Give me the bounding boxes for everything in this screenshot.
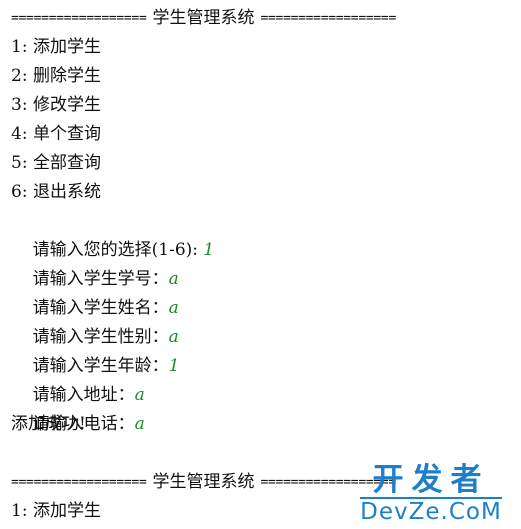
menu-header: ================== 学生管理系统 ==============… [11, 4, 511, 33]
prompt-label: 请输入您的选择(1-6): [32, 240, 204, 260]
menu-item-modify: 3: 修改学生 [11, 95, 101, 115]
console-output: ================== 学生管理系统 ==============… [11, 4, 511, 526]
prompt-input-value: a [168, 269, 179, 289]
separator-right: ================== [260, 11, 396, 26]
separator-left: ================== [11, 475, 147, 490]
prompt-input-value: 1 [168, 356, 180, 376]
prompt-input-value: a [168, 298, 179, 318]
prompt-choice: 请输入您的选择(1-6): 1 [11, 207, 511, 260]
menu-item-add-repeat: 1: 添加学生 [11, 501, 101, 521]
menu-item-exit: 6: 退出系统 [11, 182, 101, 202]
separator-left: ================== [11, 11, 147, 26]
separator-right: ================== [260, 475, 396, 490]
prompt-label: 请输入地址： [32, 385, 135, 405]
prompt-input-value: a [168, 327, 179, 347]
prompt-input-value: 1 [203, 240, 215, 260]
prompt-input-value: a [134, 385, 145, 405]
system-title: 学生管理系统 [152, 8, 255, 28]
system-title: 学生管理系统 [152, 472, 255, 492]
prompt-input-value: a [134, 414, 145, 434]
prompt-label: 请输入学生姓名： [32, 298, 169, 318]
prompt-label: 请输入学生性别： [32, 327, 169, 347]
menu-item-add: 1: 添加学生 [11, 37, 101, 57]
menu-header-repeat: ================== 学生管理系统 ==============… [11, 468, 511, 497]
prompt-label: 请输入学生年龄： [32, 356, 169, 376]
prompt-label: 请输入学生学号： [32, 269, 169, 289]
menu-item-delete: 2: 删除学生 [11, 66, 101, 86]
menu-item-single-query: 4: 单个查询 [11, 124, 101, 144]
menu-item-all-query: 5: 全部查询 [11, 153, 101, 173]
